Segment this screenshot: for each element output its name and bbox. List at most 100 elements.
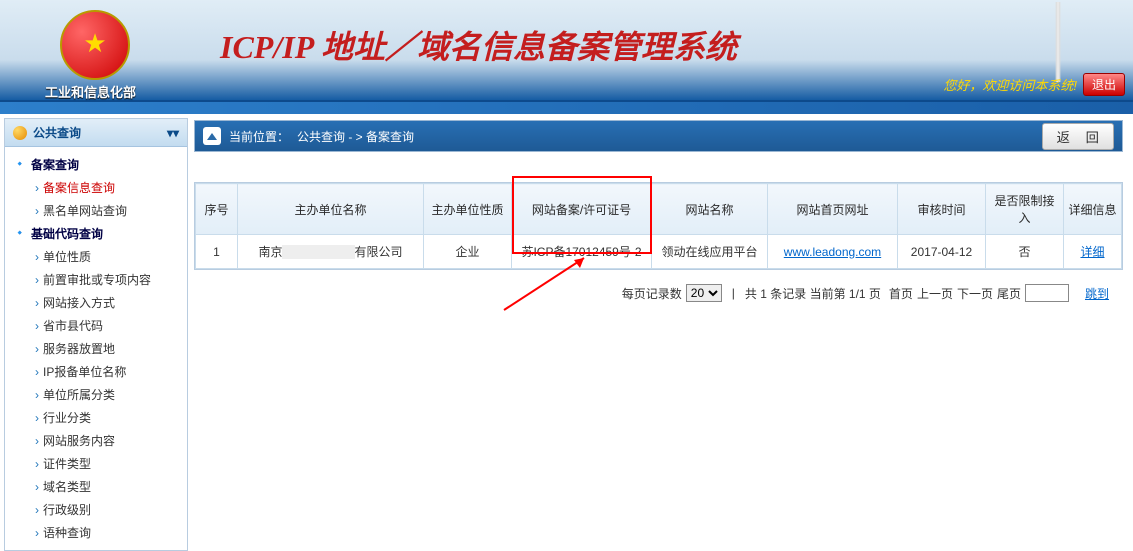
pager: 每页记录数 20 | 共 1 条记录 当前第 1/1 页 首页 上一页 下一页 … — [194, 274, 1123, 312]
arrow-icon: › — [35, 526, 39, 540]
pager-prev[interactable]: 上一页 — [917, 285, 953, 302]
sidebar-item-label: 备案信息查询 — [43, 179, 115, 196]
arrow-icon: › — [35, 457, 39, 471]
sidebar-group-basic-code[interactable]: 🔹 基础代码查询 — [9, 222, 183, 245]
pager-perpage-label: 每页记录数 — [622, 285, 682, 302]
sidebar-item[interactable]: › 语种查询 — [9, 521, 183, 544]
arrow-icon: › — [35, 434, 39, 448]
org-name: 工业和信息化部 — [45, 82, 136, 101]
sidebar-item[interactable]: › 证件类型 — [9, 452, 183, 475]
sidebar-item-beian-info[interactable]: › 备案信息查询 — [9, 176, 183, 199]
redacted-text — [282, 245, 354, 259]
th-homepage: 网站首页网址 — [768, 184, 898, 235]
sidebar-item[interactable]: › 行业分类 — [9, 406, 183, 429]
arrow-icon: › — [35, 181, 39, 195]
sidebar-item-label: 单位所属分类 — [43, 386, 115, 403]
sidebar-item-label: 域名类型 — [43, 478, 91, 495]
arrow-icon: › — [35, 342, 39, 356]
arrow-icon: › — [35, 296, 39, 310]
sidebar-title: 公共查询 — [33, 124, 81, 141]
sidebar-tree: 🔹 备案查询 › 备案信息查询 › 黑名单网站查询 🔹 基础代码查询 › 单位性质… — [5, 147, 187, 550]
arrow-icon: › — [35, 319, 39, 333]
sidebar-item-label: 前置审批或专项内容 — [43, 271, 151, 288]
th-restricted: 是否限制接入 — [986, 184, 1064, 235]
logout-button[interactable]: 退出 — [1083, 73, 1125, 96]
result-panel: 序号 主办单位名称 主办单位性质 网站备案/许可证号 网站名称 网站首页网址 审… — [194, 182, 1123, 270]
table-header-row: 序号 主办单位名称 主办单位性质 网站备案/许可证号 网站名称 网站首页网址 审… — [196, 184, 1122, 235]
breadcrumb-path: 公共查询 - > 备案查询 — [297, 128, 414, 145]
sidebar-head[interactable]: 公共查询 ▾▾ — [5, 119, 187, 147]
pager-next[interactable]: 下一页 — [957, 285, 993, 302]
pager-perpage-select[interactable]: 20 — [686, 284, 722, 302]
sidebar-item[interactable]: › 单位性质 — [9, 245, 183, 268]
arrow-icon: › — [35, 204, 39, 218]
sidebar-item-label: 证件类型 — [43, 455, 91, 472]
table-row: 1 南京 有限公司 企业 苏ICP备17012459号-2 领动在线应用平台 w… — [196, 235, 1122, 269]
sidebar-item[interactable]: › 域名类型 — [9, 475, 183, 498]
sub-nav — [0, 102, 1133, 114]
cell-sitename: 领动在线应用平台 — [652, 235, 768, 269]
sidebar-item[interactable]: › 单位所属分类 — [9, 383, 183, 406]
home-icon[interactable] — [203, 127, 221, 145]
sidebar-item-label: IP报备单位名称 — [43, 363, 126, 380]
th-detail: 详细信息 — [1064, 184, 1122, 235]
sidebar-item[interactable]: ›IP报备单位名称 — [9, 360, 183, 383]
detail-link[interactable]: 详细 — [1080, 245, 1104, 259]
sidebar-item[interactable]: › 网站服务内容 — [9, 429, 183, 452]
arrow-icon: › — [35, 250, 39, 264]
th-seq: 序号 — [196, 184, 238, 235]
sidebar-item-label: 服务器放置地 — [43, 340, 115, 357]
pager-goto-link[interactable]: 跳到 — [1085, 285, 1109, 302]
sidebar-item-label: 语种查询 — [43, 524, 91, 541]
site-title: ICP/IP 地址／域名信息备案管理系统 — [220, 22, 737, 68]
homepage-link[interactable]: www.leadong.com — [784, 245, 881, 259]
breadcrumb-prefix: 当前位置： — [229, 128, 289, 145]
cell-homepage: www.leadong.com — [768, 235, 898, 269]
sidebar-item-label: 网站服务内容 — [43, 432, 115, 449]
bullet-icon: 🔹 — [13, 227, 27, 241]
cell-detail: 详细 — [1064, 235, 1122, 269]
th-nature: 主办单位性质 — [424, 184, 512, 235]
bullet-icon: 🔹 — [13, 158, 27, 172]
welcome-bar: 您好，欢迎访问本系统! 退出 — [943, 73, 1125, 96]
cell-nature: 企业 — [424, 235, 512, 269]
group-label: 基础代码查询 — [31, 225, 103, 242]
sidebar-item[interactable]: ›网站接入方式 — [9, 291, 183, 314]
pager-first[interactable]: 首页 — [889, 285, 913, 302]
sidebar-item-label: 黑名单网站查询 — [43, 202, 127, 219]
sidebar-item[interactable]: › 前置审批或专项内容 — [9, 268, 183, 291]
th-audit: 审核时间 — [898, 184, 986, 235]
cell-seq: 1 — [196, 235, 238, 269]
pager-page-input[interactable] — [1025, 284, 1069, 302]
sidebar-item[interactable]: › 服务器放置地 — [9, 337, 183, 360]
sidebar-item[interactable]: ›省市县代码 — [9, 314, 183, 337]
welcome-text: 您好，欢迎访问本系统! — [943, 75, 1077, 94]
arrow-icon: › — [35, 411, 39, 425]
main: 当前位置： 公共查询 - > 备案查询 返 回 序号 主办单位名称 主办单位性质… — [188, 114, 1133, 318]
breadcrumb: 当前位置： 公共查询 - > 备案查询 返 回 — [194, 120, 1123, 152]
sidebar-group-beian[interactable]: 🔹 备案查询 — [9, 153, 183, 176]
th-sitename: 网站名称 — [652, 184, 768, 235]
sidebar-item-label: 行业分类 — [43, 409, 91, 426]
pager-summary: 共 1 条记录 当前第 1/1 页 — [745, 285, 881, 302]
arrow-icon: › — [35, 388, 39, 402]
sidebar-item-label: 单位性质 — [43, 248, 91, 265]
back-button[interactable]: 返 回 — [1042, 123, 1114, 150]
cell-restricted: 否 — [986, 235, 1064, 269]
cell-sponsor: 南京 有限公司 — [238, 235, 424, 269]
sidebar-item[interactable]: › 行政级别 — [9, 498, 183, 521]
cell-audit: 2017-04-12 — [898, 235, 986, 269]
sidebar: 公共查询 ▾▾ 🔹 备案查询 › 备案信息查询 › 黑名单网站查询 🔹 基础代码… — [4, 118, 188, 551]
group-label: 备案查询 — [31, 156, 79, 173]
pager-last[interactable]: 尾页 — [997, 285, 1021, 302]
th-sponsor: 主办单位名称 — [238, 184, 424, 235]
sun-icon — [13, 126, 27, 140]
arrow-icon: › — [35, 503, 39, 517]
huabiao-pillar-icon — [1043, 2, 1073, 82]
result-table: 序号 主办单位名称 主办单位性质 网站备案/许可证号 网站名称 网站首页网址 审… — [195, 183, 1122, 269]
sidebar-item-label: 行政级别 — [43, 501, 91, 518]
arrow-icon: › — [35, 480, 39, 494]
sidebar-item-blacklist[interactable]: › 黑名单网站查询 — [9, 199, 183, 222]
th-license: 网站备案/许可证号 — [512, 184, 652, 235]
arrow-icon: › — [35, 273, 39, 287]
